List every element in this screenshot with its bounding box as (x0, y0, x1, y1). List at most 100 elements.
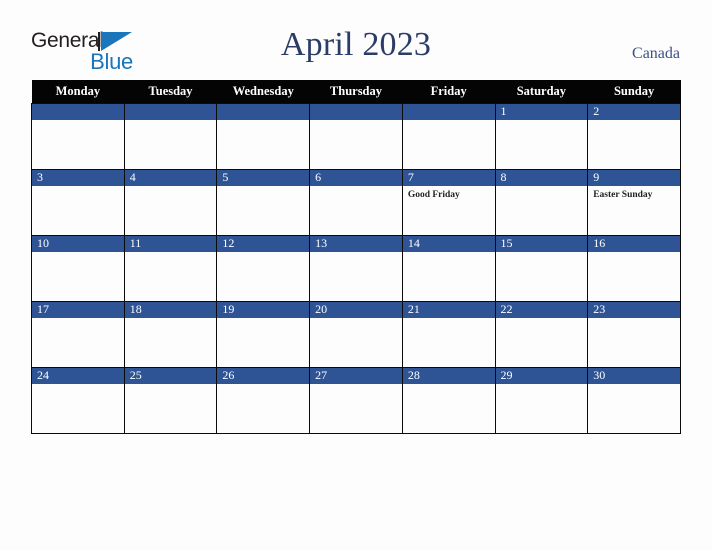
day-number: 11 (124, 236, 217, 252)
calendar-day-cell[interactable]: 30 (587, 367, 681, 434)
day-number: 24 (32, 368, 124, 384)
day-events (125, 384, 217, 433)
day-events (32, 384, 124, 433)
page-title: April 2023 (280, 26, 432, 63)
day-number: 14 (402, 236, 495, 252)
day-number: 4 (124, 170, 217, 186)
calendar-day-cell[interactable]: 24 (31, 367, 125, 434)
calendar-day-cell[interactable]: 16 (587, 235, 681, 302)
calendar-day-cell[interactable]: 11 (123, 235, 218, 302)
calendar-day-cell[interactable]: 9 Easter Sunday (587, 169, 681, 236)
day-number (402, 104, 495, 120)
calendar-day-cell[interactable]: 26 (216, 367, 311, 434)
day-events (217, 318, 309, 367)
day-events (588, 318, 680, 367)
day-number: 3 (32, 170, 124, 186)
day-events (32, 186, 124, 235)
day-events (403, 384, 495, 433)
calendar-day-cell-empty (216, 103, 311, 170)
weekday-header-saturday: Saturday (495, 80, 588, 104)
calendar-day-cell[interactable]: 6 (309, 169, 403, 236)
weekday-header-thursday: Thursday (309, 80, 403, 104)
calendar-week-row: 24 25 26 27 28 29 30 (31, 367, 681, 434)
calendar-day-cell[interactable]: 1 (494, 103, 589, 170)
weekday-header-sunday: Sunday (587, 80, 681, 104)
weekday-header-monday: Monday (31, 80, 125, 104)
day-events (496, 318, 588, 367)
day-events (403, 120, 495, 169)
day-number: 29 (495, 368, 588, 384)
day-number: 12 (217, 236, 310, 252)
day-number: 23 (588, 302, 680, 318)
calendar-week-row: 17 18 19 20 21 22 23 (31, 301, 681, 368)
day-number: 22 (495, 302, 588, 318)
calendar-table: Monday Tuesday Wednesday Thursday Friday Satu… (31, 80, 681, 434)
country-label: Canada (632, 45, 680, 62)
day-events (496, 252, 588, 301)
day-number: 9 (588, 170, 680, 186)
calendar-day-cell[interactable]: 22 (494, 301, 589, 368)
day-number: 13 (310, 236, 402, 252)
calendar-day-cell[interactable]: 12 (216, 235, 311, 302)
calendar-day-cell[interactable]: 19 (216, 301, 311, 368)
day-number (32, 104, 124, 120)
calendar-day-cell[interactable]: 25 (123, 367, 218, 434)
day-events (310, 318, 402, 367)
holiday-label: Easter Sunday (593, 190, 653, 200)
day-number: 15 (495, 236, 588, 252)
calendar-day-cell[interactable]: 21 (401, 301, 496, 368)
day-events: Good Friday (403, 186, 495, 235)
day-events (32, 120, 124, 169)
day-number: 5 (217, 170, 310, 186)
calendar-day-cell[interactable]: 14 (401, 235, 496, 302)
day-number: 28 (402, 368, 495, 384)
calendar-day-cell-empty (401, 103, 496, 170)
calendar-day-cell[interactable]: 29 (494, 367, 589, 434)
day-events (496, 186, 588, 235)
day-number: 8 (495, 170, 588, 186)
day-number: 2 (588, 104, 680, 120)
calendar-day-cell[interactable]: 18 (123, 301, 218, 368)
day-number: 21 (402, 302, 495, 318)
calendar-header-row: Monday Tuesday Wednesday Thursday Friday Satu… (31, 80, 681, 104)
day-number: 1 (495, 104, 588, 120)
day-number: 7 (402, 170, 495, 186)
calendar-day-cell[interactable]: 2 (587, 103, 681, 170)
calendar-day-cell[interactable]: 3 (31, 169, 125, 236)
day-events (588, 120, 680, 169)
calendar-body: 1 2 3 4 5 6 7 Good Friday 8 9 Easter Sunday 10 11 12 1… (31, 103, 681, 434)
calendar-day-cell[interactable]: 4 (123, 169, 218, 236)
weekday-header-wednesday: Wednesday (216, 80, 310, 104)
day-events (310, 120, 402, 169)
day-number (217, 104, 310, 120)
day-events (217, 120, 309, 169)
day-events (310, 384, 402, 433)
calendar-day-cell[interactable]: 8 (494, 169, 589, 236)
day-number (124, 104, 217, 120)
day-events (217, 186, 309, 235)
day-events (217, 252, 309, 301)
day-events (496, 120, 588, 169)
weekday-header-row: Monday Tuesday Wednesday Thursday Friday Satu… (31, 80, 681, 104)
calendar-day-cell[interactable]: 20 (309, 301, 403, 368)
calendar-day-cell[interactable]: 28 (401, 367, 496, 434)
calendar-day-cell[interactable]: 13 (309, 235, 403, 302)
day-number: 17 (32, 302, 124, 318)
calendar-day-cell[interactable]: 15 (494, 235, 589, 302)
day-events (403, 318, 495, 367)
day-events (217, 384, 309, 433)
day-number: 25 (124, 368, 217, 384)
day-events (403, 252, 495, 301)
calendar-day-cell[interactable]: 7 Good Friday (401, 169, 496, 236)
day-number: 30 (588, 368, 680, 384)
calendar-day-cell[interactable]: 23 (587, 301, 681, 368)
calendar-day-cell[interactable]: 10 (31, 235, 125, 302)
calendar-page: General Blue April 2023 Canada Monday Tue… (0, 0, 712, 550)
calendar-day-cell[interactable]: 17 (31, 301, 125, 368)
day-number: 10 (32, 236, 124, 252)
day-events (588, 384, 680, 433)
day-events (125, 252, 217, 301)
calendar-day-cell[interactable]: 5 (216, 169, 311, 236)
day-events (32, 318, 124, 367)
calendar-day-cell[interactable]: 27 (309, 367, 403, 434)
